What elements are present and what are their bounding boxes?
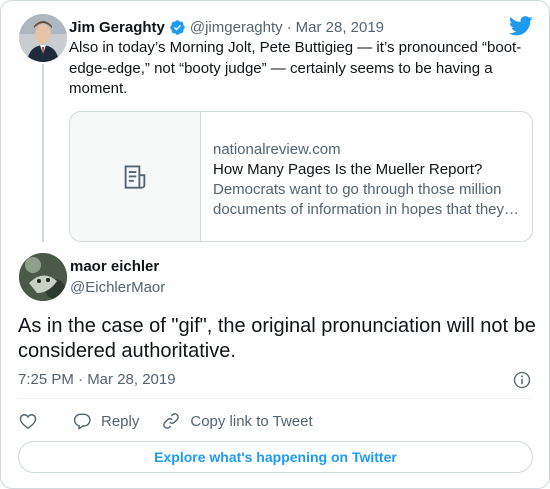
link-description: Democrats want to go through those milli… <box>213 181 520 218</box>
like-button[interactable] <box>18 411 38 431</box>
heart-icon <box>19 414 37 429</box>
link-preview-card[interactable]: nationalreview.com How Many Pages Is the… <box>69 111 533 242</box>
parent-tweet-text: Also in today’s Morning Jolt, Pete Butti… <box>69 39 522 97</box>
divider <box>18 398 533 399</box>
author-handle[interactable]: @jimgeraghty <box>190 19 283 36</box>
link-icon <box>163 413 180 429</box>
avatar-jim-geraghty[interactable] <box>19 14 67 62</box>
reply-timestamp[interactable]: 7:25 PM · Mar 28, 2019 <box>18 371 176 388</box>
tweet-embed-card: Jim Geraghty @jimgeraghty · Mar 28, 2019… <box>0 0 550 489</box>
thread-line <box>42 64 44 242</box>
verified-badge-icon <box>170 19 185 35</box>
info-icon[interactable] <box>512 370 532 390</box>
action-bar: Reply Copy link to Tweet <box>18 410 313 432</box>
tweet-date[interactable]: Mar 28, 2019 <box>296 19 384 36</box>
reply-icon <box>73 413 91 430</box>
reply-author-handle[interactable]: @EichlerMaor <box>70 279 165 296</box>
parent-tweet-header: Jim Geraghty @jimgeraghty · Mar 28, 2019 <box>69 17 384 37</box>
author-name[interactable]: Jim Geraghty <box>69 19 165 36</box>
copy-link-button[interactable]: Copy link to Tweet <box>161 411 313 431</box>
avatar-maor-eichler[interactable] <box>19 253 67 301</box>
separator-dot: · <box>286 18 292 36</box>
link-thumbnail <box>70 112 201 241</box>
reply-button[interactable]: Reply <box>72 411 139 431</box>
reply-author-name[interactable]: maor eichler <box>70 258 159 275</box>
link-title: How Many Pages Is the Mueller Report? <box>213 161 483 178</box>
link-domain: nationalreview.com <box>213 141 341 158</box>
copy-link-label: Copy link to Tweet <box>190 412 313 430</box>
twitter-bird-icon[interactable] <box>509 16 533 36</box>
reply-tweet-text: As in the case of "gif", the original pr… <box>18 315 536 362</box>
reply-label: Reply <box>101 412 140 430</box>
document-icon <box>124 164 146 189</box>
link-meta: nationalreview.com How Many Pages Is the… <box>201 112 532 241</box>
explore-twitter-button[interactable]: Explore what's happening on Twitter <box>18 441 533 473</box>
